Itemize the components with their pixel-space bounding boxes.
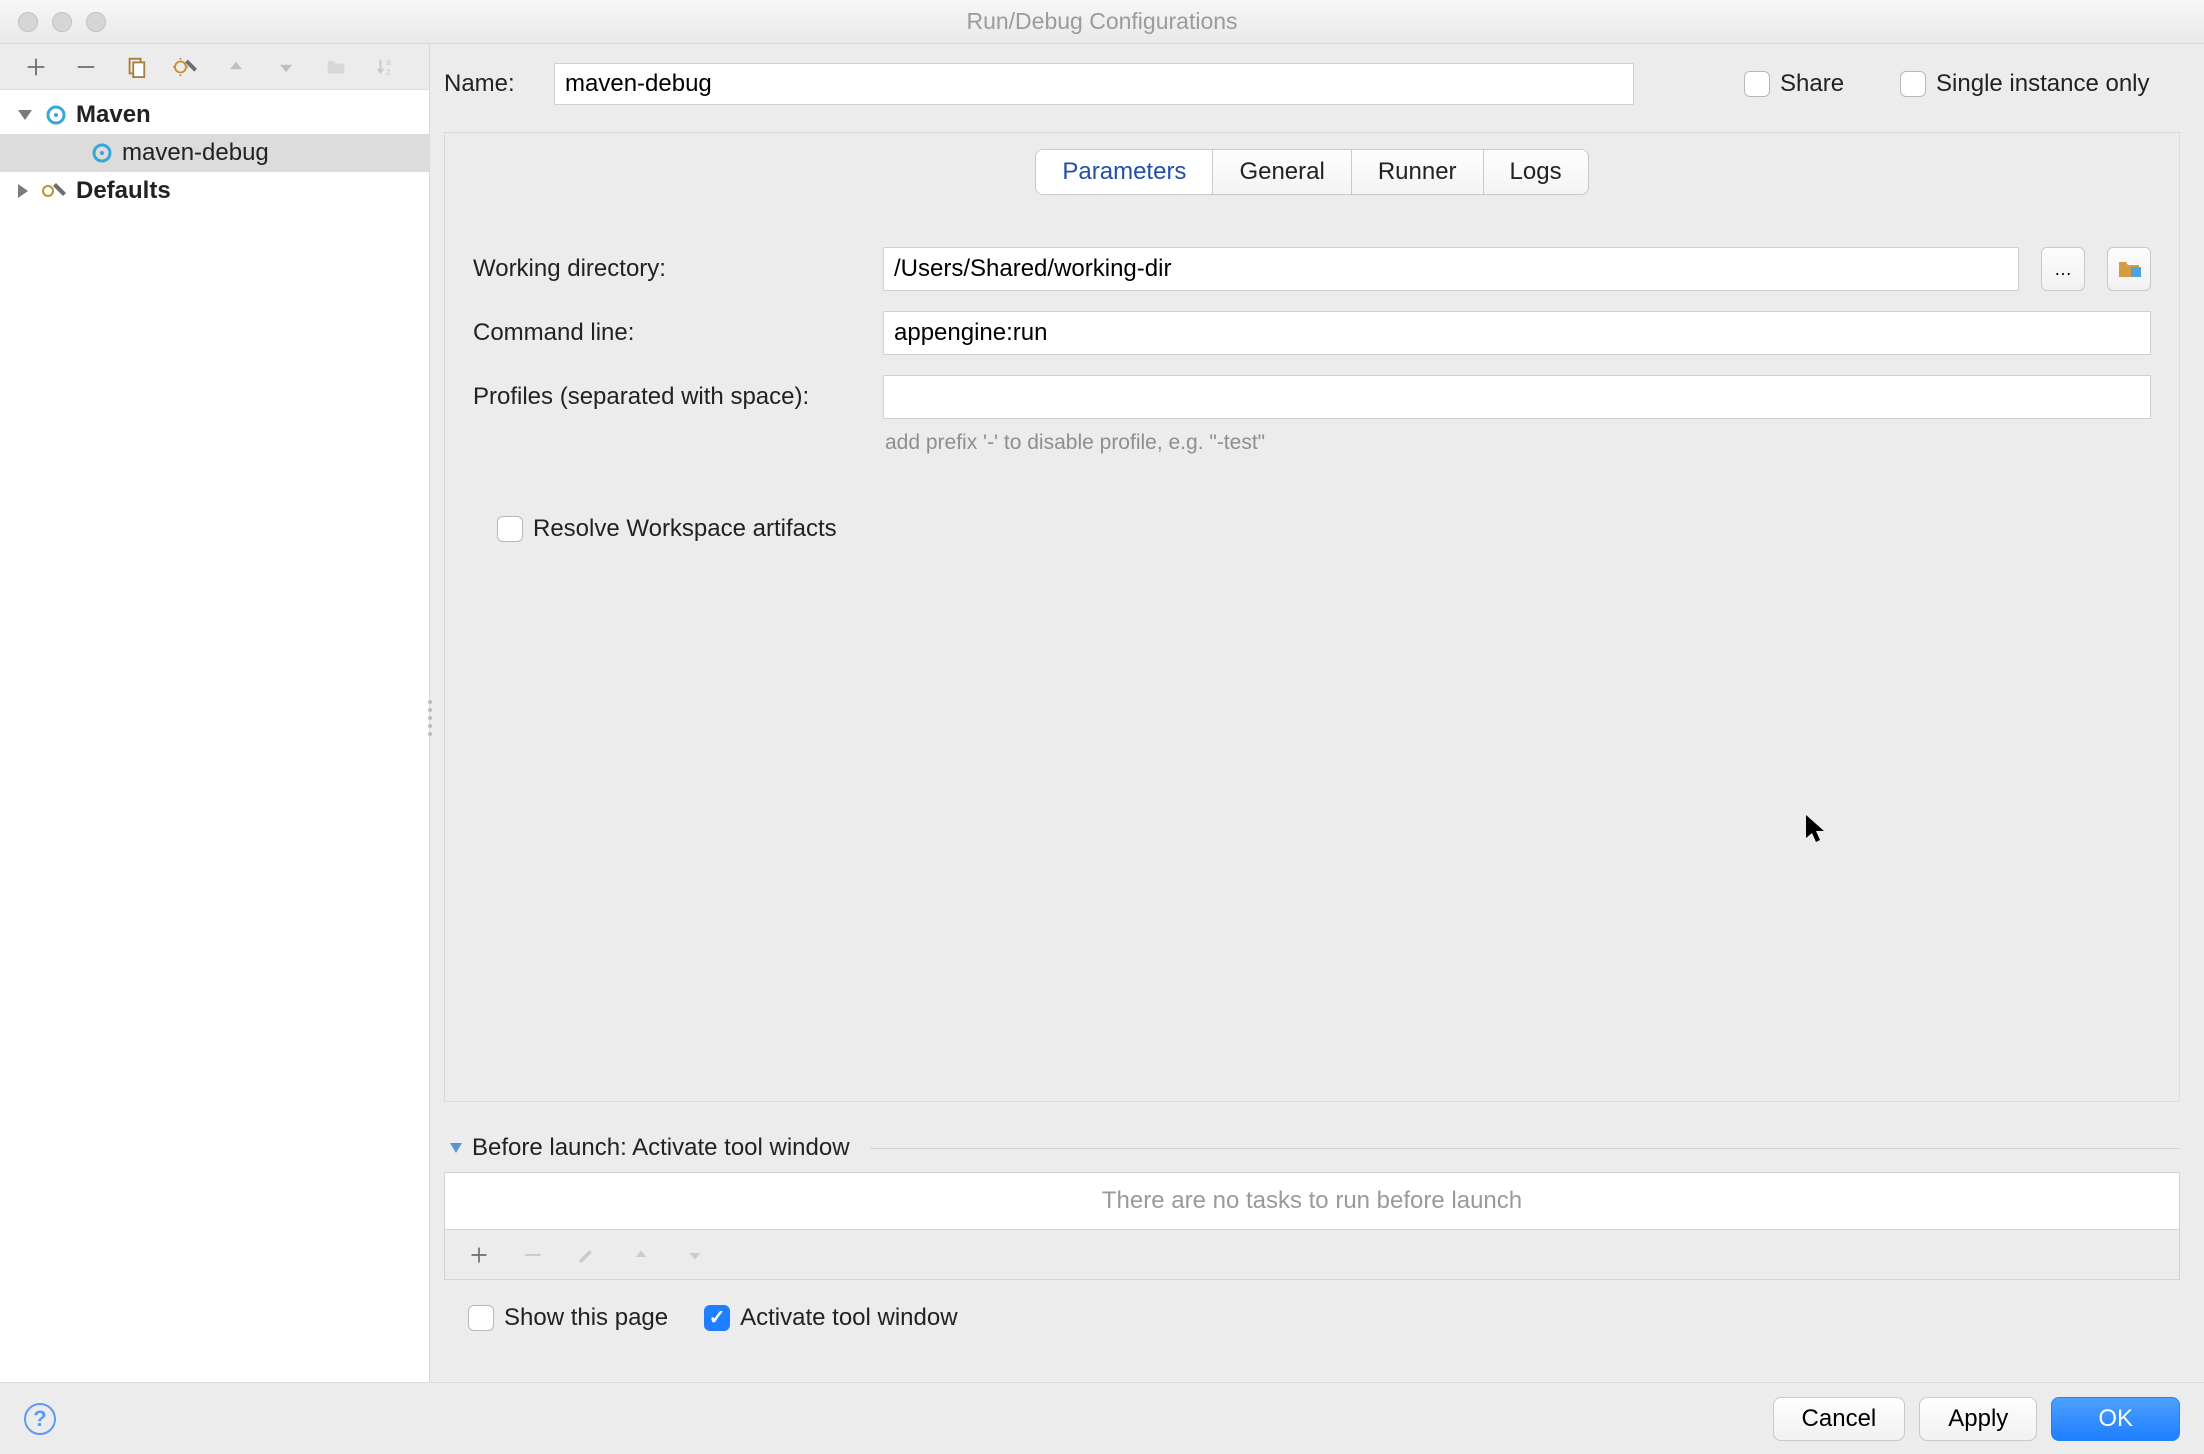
name-label: Name: <box>444 70 534 98</box>
working-dir-input[interactable] <box>883 247 2019 291</box>
single-instance-label: Single instance only <box>1936 70 2149 98</box>
copy-config-icon[interactable] <box>122 53 150 81</box>
share-checkbox[interactable]: Share <box>1744 70 1844 98</box>
tree-node-maven-debug[interactable]: maven-debug <box>0 134 429 172</box>
ok-button[interactable]: OK <box>2051 1397 2180 1441</box>
move-task-up-icon[interactable] <box>627 1241 655 1269</box>
working-dir-label: Working directory: <box>473 255 865 283</box>
checkbox-icon[interactable] <box>497 516 523 542</box>
chevron-down-icon[interactable] <box>18 110 32 120</box>
name-input[interactable] <box>554 63 1634 105</box>
maven-icon <box>44 103 68 127</box>
apply-button[interactable]: Apply <box>1919 1397 2037 1441</box>
move-down-icon[interactable] <box>272 53 300 81</box>
command-line-label: Command line: <box>473 319 865 347</box>
titlebar: Run/Debug Configurations <box>0 0 2204 44</box>
tab-runner[interactable]: Runner <box>1352 149 1484 195</box>
profiles-input[interactable] <box>883 375 2151 419</box>
checkbox-checked-icon[interactable] <box>704 1305 730 1331</box>
tab-parameters[interactable]: Parameters <box>1035 149 1213 195</box>
resolve-workspace-checkbox[interactable]: Resolve Workspace artifacts <box>497 515 837 543</box>
before-launch-toolbar <box>444 1230 2180 1280</box>
remove-config-icon[interactable] <box>72 53 100 81</box>
cancel-button[interactable]: Cancel <box>1773 1397 1906 1441</box>
move-up-icon[interactable] <box>222 53 250 81</box>
activate-tool-window-checkbox[interactable]: Activate tool window <box>704 1304 957 1332</box>
settings-panel: Parameters General Runner Logs Working d… <box>444 132 2180 1102</box>
window-title: Run/Debug Configurations <box>0 8 2204 35</box>
tree-node-maven[interactable]: Maven <box>0 96 429 134</box>
tree-node-label: maven-debug <box>122 139 269 167</box>
config-toolbar: az <box>0 44 429 90</box>
edit-defaults-icon[interactable] <box>172 53 200 81</box>
checkbox-icon[interactable] <box>1900 71 1926 97</box>
browse-folder-button[interactable] <box>2107 247 2151 291</box>
show-this-page-checkbox[interactable]: Show this page <box>468 1304 668 1332</box>
ellipsis-icon: … <box>2054 259 2072 280</box>
tab-logs[interactable]: Logs <box>1484 149 1589 195</box>
sort-az-icon[interactable]: az <box>372 53 400 81</box>
checkbox-icon[interactable] <box>1744 71 1770 97</box>
add-task-icon[interactable] <box>465 1241 493 1269</box>
show-this-page-label: Show this page <box>504 1304 668 1332</box>
help-button[interactable]: ? <box>24 1403 56 1435</box>
resolve-label: Resolve Workspace artifacts <box>533 515 837 543</box>
add-config-icon[interactable] <box>22 53 50 81</box>
folder-icon[interactable] <box>322 53 350 81</box>
share-label: Share <box>1780 70 1844 98</box>
defaults-icon <box>40 179 68 203</box>
remove-task-icon[interactable] <box>519 1241 547 1269</box>
config-tree[interactable]: Maven maven-debug Defaults <box>0 90 429 1382</box>
before-launch-task-list[interactable]: There are no tasks to run before launch <box>444 1172 2180 1230</box>
checkbox-icon[interactable] <box>468 1305 494 1331</box>
tab-strip: Parameters General Runner Logs <box>445 149 2179 195</box>
name-row: Name: Share Single instance only <box>444 54 2180 114</box>
divider <box>870 1148 2180 1149</box>
tree-node-defaults[interactable]: Defaults <box>0 172 429 210</box>
command-line-input[interactable] <box>883 311 2151 355</box>
maven-icon <box>90 141 114 165</box>
before-launch-header[interactable]: Before launch: Activate tool window <box>450 1134 2180 1162</box>
activate-tool-window-label: Activate tool window <box>740 1304 957 1332</box>
browse-more-button[interactable]: … <box>2041 247 2085 291</box>
chevron-down-icon[interactable] <box>450 1143 462 1153</box>
profiles-hint: add prefix '-' to disable profile, e.g. … <box>885 431 2151 455</box>
edit-task-icon[interactable] <box>573 1241 601 1269</box>
tree-node-label: Maven <box>76 101 151 129</box>
empty-tasks-label: There are no tasks to run before launch <box>1102 1187 1522 1215</box>
dialog-footer: ? Cancel Apply OK <box>0 1382 2204 1454</box>
single-instance-checkbox[interactable]: Single instance only <box>1900 70 2149 98</box>
tab-general[interactable]: General <box>1213 149 1351 195</box>
folder-icon <box>2117 259 2141 279</box>
move-task-down-icon[interactable] <box>681 1241 709 1269</box>
svg-text:z: z <box>386 66 391 76</box>
tree-node-label: Defaults <box>76 177 171 205</box>
chevron-right-icon[interactable] <box>18 184 28 198</box>
profiles-label: Profiles (separated with space): <box>473 383 865 411</box>
before-launch-label: Before launch: Activate tool window <box>472 1134 850 1162</box>
